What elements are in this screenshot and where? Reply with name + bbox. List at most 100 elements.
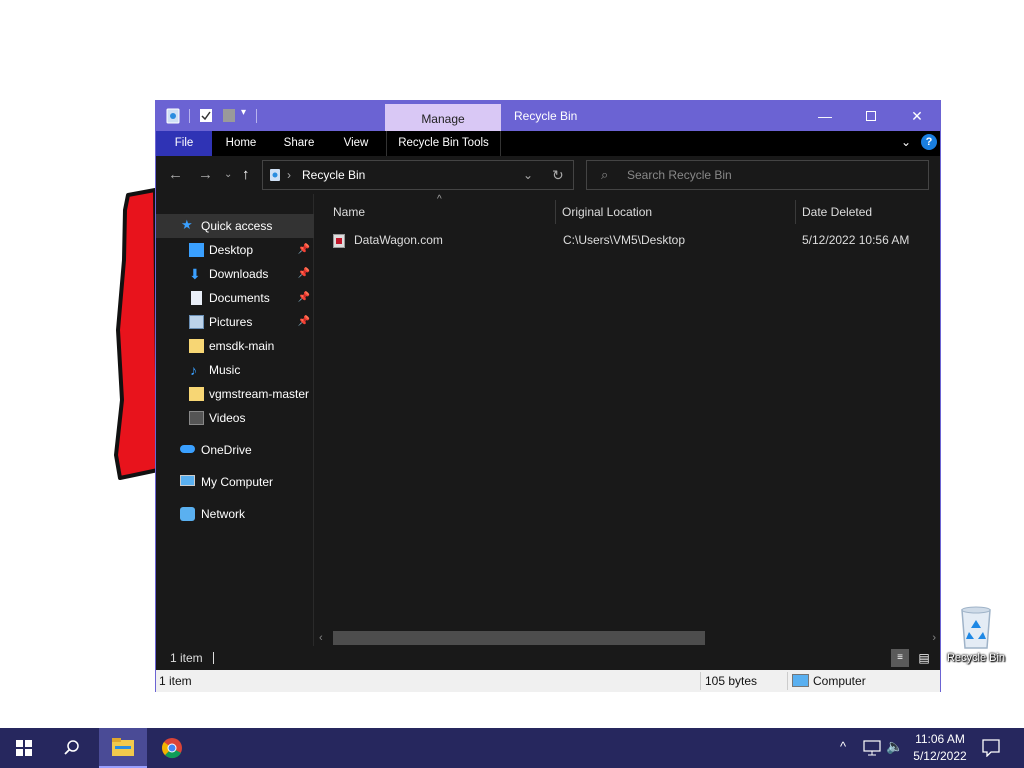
show-hidden-icons-icon[interactable]: ^ xyxy=(840,739,846,754)
sidebar-item-emsdk-main[interactable]: emsdk-main xyxy=(156,334,314,358)
sidebar-item-label: Quick access xyxy=(201,219,273,233)
ribbon-tabs: File Home Share View Recycle Bin Tools ⌄… xyxy=(156,131,940,156)
search-icon xyxy=(64,740,79,755)
taskbar-file-explorer[interactable] xyxy=(99,728,147,768)
sidebar-item-label: Videos xyxy=(209,411,246,425)
sidebar-item-documents[interactable]: Documents 📌 xyxy=(156,286,314,310)
separator xyxy=(256,109,257,123)
column-header-date-deleted[interactable]: Date Deleted xyxy=(802,204,872,220)
forward-arrow-icon[interactable]: → xyxy=(198,166,213,183)
pin-icon: 📌 xyxy=(297,268,310,279)
tab-file[interactable]: File xyxy=(156,131,212,156)
sidebar-item-videos[interactable]: Videos xyxy=(156,406,314,430)
recent-locations-icon[interactable]: ⌄ xyxy=(224,169,232,180)
sidebar-item-network[interactable]: Network xyxy=(156,502,314,526)
clock-date: 5/12/2022 xyxy=(913,749,967,763)
network-icon[interactable] xyxy=(863,740,881,756)
separator xyxy=(700,672,701,690)
sidebar-item-vgmstream-master[interactable]: vgmstream-master xyxy=(156,382,314,406)
new-folder-icon[interactable] xyxy=(221,106,237,124)
sidebar-item-label: Music xyxy=(209,363,241,377)
tab-home[interactable]: Home xyxy=(216,131,266,156)
column-divider[interactable] xyxy=(555,200,556,224)
taskbar-chrome[interactable] xyxy=(148,728,196,768)
sidebar-item-pictures[interactable]: Pictures 📌 xyxy=(156,310,314,334)
folder-icon xyxy=(189,387,204,401)
sidebar-item-music[interactable]: ♪ Music xyxy=(156,358,314,382)
column-header-original-location[interactable]: Original Location xyxy=(562,204,652,220)
refresh-icon[interactable]: ↻ xyxy=(552,161,564,189)
sidebar-item-label: vgmstream-master xyxy=(209,387,310,401)
tab-view[interactable]: View xyxy=(332,131,380,156)
window-title: Recycle Bin xyxy=(514,109,578,123)
cloud-icon xyxy=(180,445,195,453)
navigation-bar: ← → ⌄ ↑ › Recycle Bin ⌄ ↻ ⌕ Search Recyc… xyxy=(156,156,940,194)
expand-ribbon-icon[interactable]: ⌄ xyxy=(901,135,911,149)
pin-icon: 📌 xyxy=(297,316,310,327)
chrome-icon xyxy=(162,738,182,759)
sidebar-item-quick-access[interactable]: ★ Quick access xyxy=(156,214,314,238)
address-path: Recycle Bin xyxy=(302,168,366,182)
recycle-bin-small-icon xyxy=(166,108,180,124)
maximize-button[interactable] xyxy=(848,101,894,131)
large-icons-view-icon[interactable]: ▤ xyxy=(915,649,933,667)
download-icon: ⬇ xyxy=(189,266,201,282)
computer-icon xyxy=(180,475,195,486)
tab-recycle-bin-tools[interactable]: Recycle Bin Tools xyxy=(386,131,501,156)
clock-time: 11:06 AM xyxy=(915,732,965,746)
recycle-bin-address-icon xyxy=(270,169,280,181)
file-icon xyxy=(333,234,345,248)
close-button[interactable]: ✕ xyxy=(894,101,940,131)
clock[interactable]: 11:06 AM 5/12/2022 xyxy=(900,731,980,765)
navigation-pane: ★ Quick access Desktop 📌 ⬇ Downloads 📌 D… xyxy=(156,194,314,646)
sidebar-item-label: Pictures xyxy=(209,315,253,329)
address-bar[interactable]: › Recycle Bin ⌄ ↻ xyxy=(262,160,574,190)
pictures-icon xyxy=(189,315,204,329)
sidebar-item-onedrive[interactable]: OneDrive xyxy=(156,438,314,462)
breadcrumb-chevron-icon[interactable]: › xyxy=(287,161,291,189)
notification-icon[interactable] xyxy=(982,739,1000,757)
sidebar-item-label: My Computer xyxy=(201,475,274,489)
start-button[interactable] xyxy=(0,728,48,768)
title-bar[interactable]: ▾ Manage Recycle Bin — ✕ xyxy=(156,101,940,131)
file-name: DataWagon.com xyxy=(354,233,443,247)
file-list: ^ Name Original Location Date Deleted Da… xyxy=(315,194,940,646)
file-original-location: C:\Users\VM5\Desktop xyxy=(563,233,686,247)
status-bar: 1 item ≡ ▤ xyxy=(156,646,940,670)
back-arrow-icon[interactable]: ← xyxy=(168,166,183,183)
scroll-left-icon[interactable]: ‹ xyxy=(319,630,323,646)
minimize-button[interactable]: — xyxy=(802,101,848,131)
desktop-icon xyxy=(189,243,204,257)
help-icon[interactable]: ? xyxy=(921,134,937,150)
pin-icon: 📌 xyxy=(297,292,310,303)
bottom-size: 105 bytes xyxy=(705,674,758,688)
details-view-icon[interactable]: ≡ xyxy=(891,649,909,667)
search-placeholder: Search Recycle Bin xyxy=(627,168,732,182)
sidebar-item-my-computer[interactable]: My Computer xyxy=(156,470,314,494)
desktop-recycle-bin[interactable]: Recycle Bin xyxy=(944,602,1008,672)
column-header-name[interactable]: Name xyxy=(333,204,365,220)
network-icon xyxy=(180,507,195,521)
explorer-window: ▾ Manage Recycle Bin — ✕ File Home Share… xyxy=(155,100,941,692)
manage-tab[interactable]: Manage xyxy=(385,104,501,131)
properties-icon[interactable] xyxy=(198,106,214,124)
file-date-deleted: 5/12/2022 10:56 AM xyxy=(802,233,910,247)
item-count: 1 item xyxy=(170,651,203,665)
scrollbar-thumb[interactable] xyxy=(333,631,705,645)
search-box[interactable]: ⌕ Search Recycle Bin xyxy=(586,160,929,190)
search-button[interactable] xyxy=(48,728,96,768)
sidebar-item-downloads[interactable]: ⬇ Downloads 📌 xyxy=(156,262,314,286)
up-arrow-icon[interactable]: ↑ xyxy=(242,166,250,183)
sidebar-item-desktop[interactable]: Desktop 📌 xyxy=(156,238,314,262)
scroll-right-icon[interactable]: › xyxy=(932,630,936,646)
customize-quick-access-icon[interactable]: ▾ xyxy=(241,107,246,118)
column-divider[interactable] xyxy=(795,200,796,224)
tab-share[interactable]: Share xyxy=(274,131,324,156)
folder-icon xyxy=(112,738,134,756)
separator xyxy=(213,652,214,664)
address-dropdown-icon[interactable]: ⌄ xyxy=(523,161,533,189)
horizontal-scrollbar[interactable]: ‹ › xyxy=(315,630,940,646)
sidebar-item-label: Network xyxy=(201,507,246,521)
sidebar-item-label: OneDrive xyxy=(201,443,252,457)
video-icon xyxy=(189,411,204,425)
